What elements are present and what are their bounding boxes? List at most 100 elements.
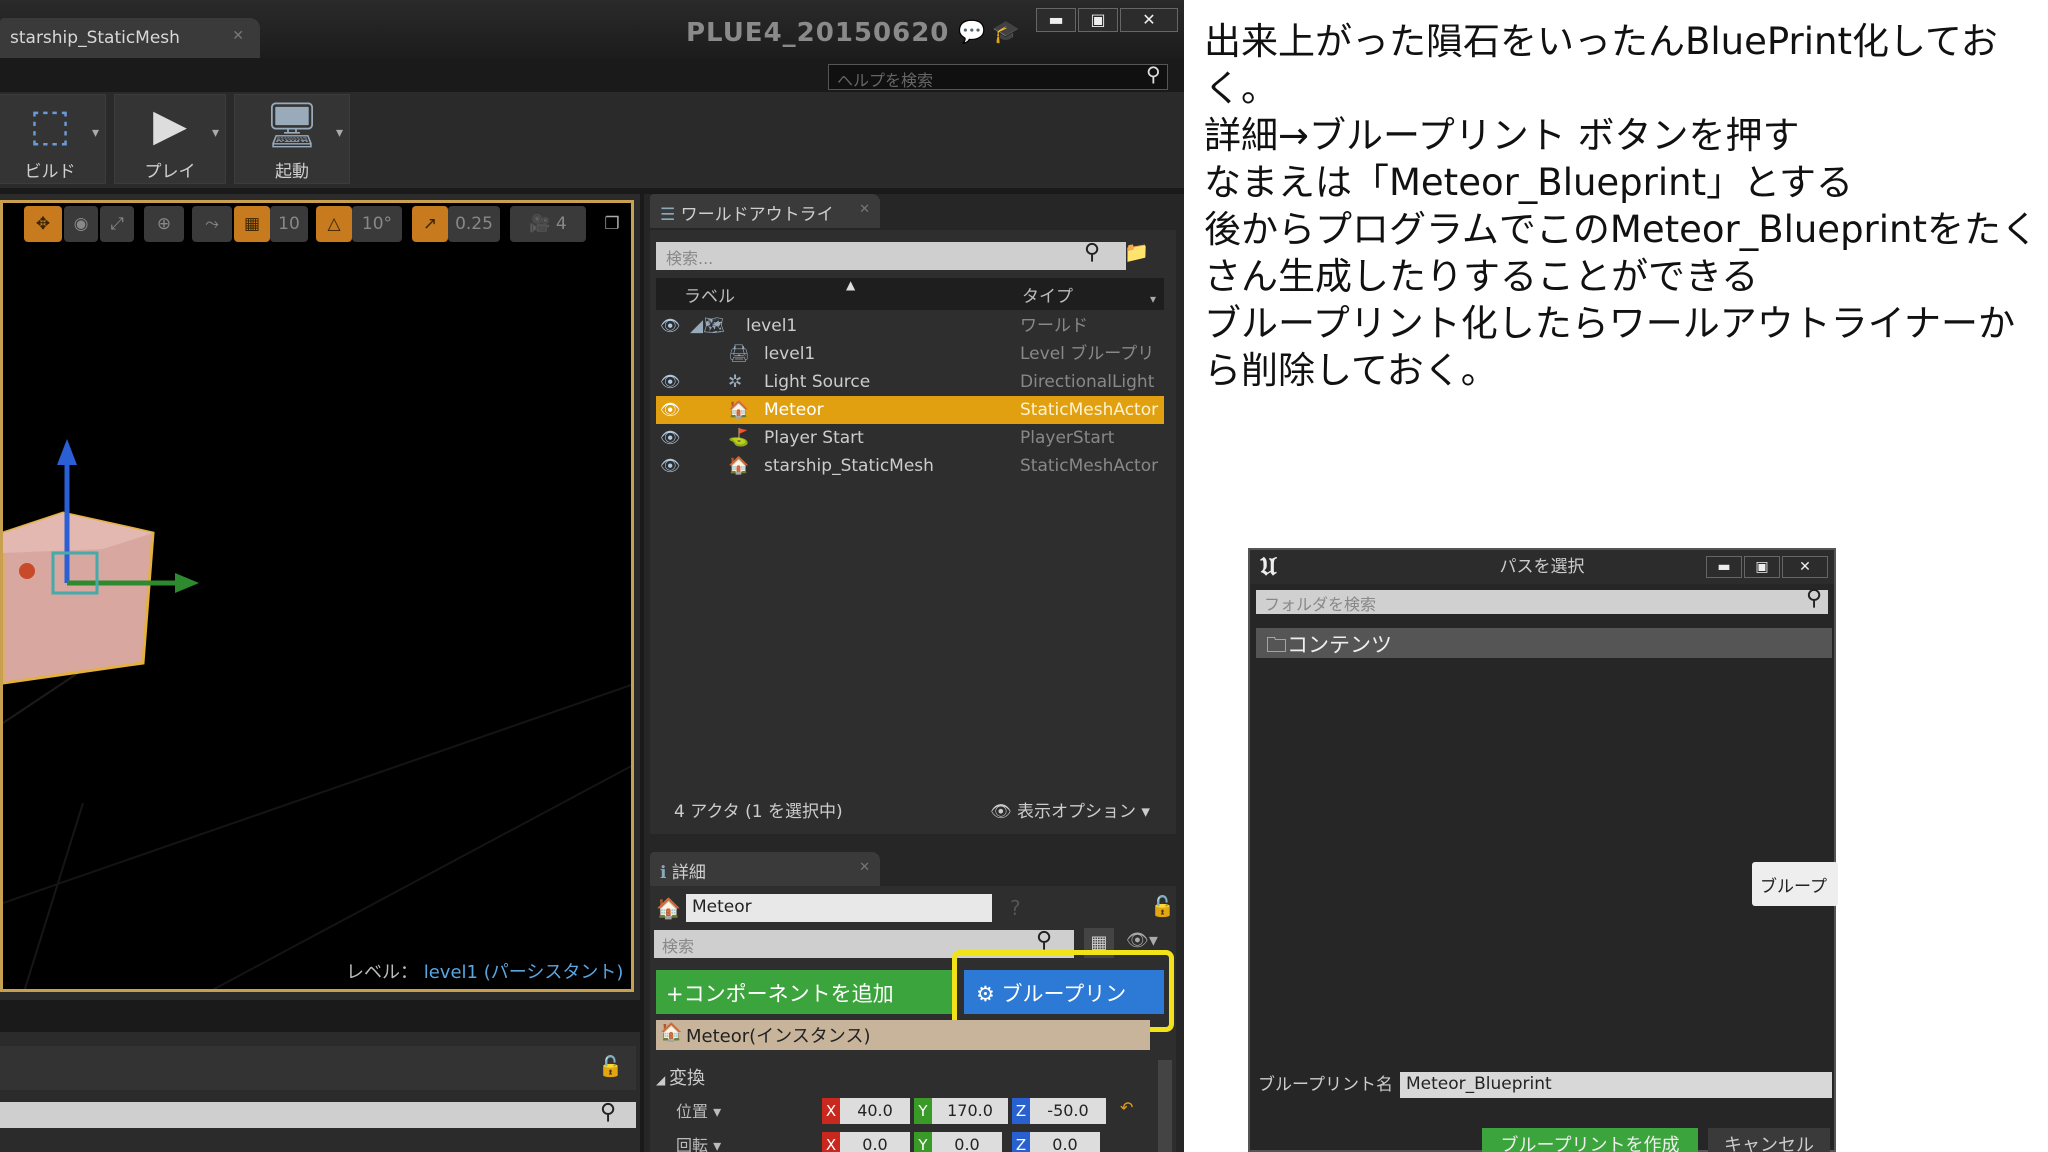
rotation-z-field[interactable]: 0.0 [1030,1132,1100,1152]
minimize-button[interactable]: ▬ [1706,556,1742,578]
y-axis-label: Y [914,1098,932,1124]
chevron-down-icon[interactable]: ▾ [92,125,99,141]
camera-speed-value: 4 [555,214,567,234]
chat-icon[interactable]: 💬 [958,20,985,45]
location-z-field[interactable]: -50.0 [1030,1098,1106,1124]
grid-snap-icon[interactable]: ▦ [234,206,270,242]
scale-snap-value[interactable]: 0.25 [448,206,500,242]
chevron-down-icon[interactable]: ▾ [212,125,219,141]
rotation-y-field[interactable]: 0.0 [932,1132,1002,1152]
static-mesh-actor-icon: 🏠 [728,456,750,476]
view-options-button[interactable]: 👁 表示オプション ▾ [990,794,1150,830]
build-button[interactable]: ⬚ ビルド ▾ [0,94,106,184]
viewport[interactable] [0,200,634,992]
chevron-down-icon[interactable]: ▾ [708,1136,721,1152]
graduation-cap-icon[interactable]: 🎓 [992,20,1019,45]
close-tab-icon[interactable]: ✕ [859,202,870,217]
dialog-title-bar: 𝔘 パスを選択 ▬ ▣ ✕ [1250,550,1834,584]
chevron-down-icon[interactable]: ▾ [1150,292,1156,306]
reset-icon[interactable]: ↶ [1120,1098,1133,1117]
visibility-eye-icon[interactable]: 👁 [660,424,680,452]
search-icon[interactable]: ⚲ [1084,240,1100,265]
rotation-row: 回転 ▾ [676,1132,721,1152]
help-icon[interactable]: ? [1010,896,1021,920]
location-x-field[interactable]: 40.0 [840,1098,910,1124]
column-label[interactable]: ラベル [684,282,735,307]
location-label[interactable]: 位置 [676,1102,708,1121]
world-space-icon[interactable]: ⊕ [144,206,184,242]
rotation-label[interactable]: 回転 [676,1136,708,1152]
rotation-x-field[interactable]: 0.0 [840,1132,910,1152]
search-icon[interactable]: ⚲ [1806,586,1822,611]
column-type[interactable]: タイプ [1022,282,1073,307]
scrollbar[interactable] [1158,1060,1172,1152]
add-component-button[interactable]: +コンポーネントを追加 [656,970,952,1014]
component-instance-row[interactable]: 🏠 Meteor(インスタンス) [656,1020,1150,1050]
rotation-snap-icon[interactable]: △ [316,206,352,242]
transform-section[interactable]: ◢ 変換 [656,1064,705,1090]
scale-mode-icon[interactable]: ⤢ [100,206,134,242]
close-button[interactable]: ✕ [1782,556,1828,578]
outliner-row[interactable]: 👁 ✲ Light Source DirectionalLight [656,368,1164,396]
help-search-input[interactable]: ヘルプを検索 [828,64,1168,90]
camera-speed[interactable]: 🎥 4 [510,206,586,242]
chevron-down-icon[interactable]: ▾ [708,1102,721,1121]
row-label: level1 [746,316,798,336]
close-tab-icon[interactable]: ✕ [232,28,244,44]
chevron-down-icon[interactable]: ▾ [336,125,343,141]
location-row: 位置 ▾ [676,1098,721,1122]
minimize-button[interactable]: ▬ [1036,8,1076,32]
outliner-search-input[interactable]: 検索... [656,242,1126,270]
visibility-eye-icon[interactable]: 👁 [660,312,680,340]
details-tab[interactable]: ℹ 詳細 ✕ [650,852,880,886]
maximize-button[interactable]: ▣ [1744,556,1780,578]
search-icon[interactable]: ⚲ [1146,62,1161,86]
outliner-row[interactable]: 👁 🏠 starship_StaticMesh StaticMeshActor [656,452,1164,480]
row-type: StaticMeshActor [1020,400,1159,420]
outliner-row[interactable]: 🖨 level1 Level ブループリ [656,340,1164,368]
row-label: level1 [764,344,816,364]
lock-icon[interactable]: 🔓 [598,1054,623,1078]
rotate-mode-icon[interactable]: ◉ [64,206,98,242]
scale-snap-icon[interactable]: ↗ [412,206,448,242]
close-button[interactable]: ✕ [1120,8,1178,32]
translate-mode-icon[interactable]: ✥ [24,206,62,242]
sort-ascending-icon[interactable]: ▲ [846,278,855,292]
folder-search-input[interactable]: フォルダを検索 [1256,590,1828,614]
player-start-icon: ⛳ [728,428,750,448]
play-button[interactable]: ▶ プレイ ▾ [114,94,226,184]
outliner-row-selected[interactable]: 👁 🏠 Meteor StaticMeshActor [656,396,1164,424]
outliner-footer: 4 アクタ (1 を選択中) 👁 表示オプション ▾ [656,794,1164,830]
actor-name-input[interactable]: Meteor [686,894,992,922]
row-label: Light Source [764,372,871,392]
lock-icon[interactable]: 🔓 [1150,894,1175,918]
launch-button[interactable]: 🖥 起動 ▾ [234,94,350,184]
add-folder-icon[interactable]: 📁 [1124,240,1149,264]
location-y-field[interactable]: 170.0 [932,1098,1008,1124]
blueprint-name-input[interactable]: Meteor_Blueprint [1400,1072,1832,1098]
create-blueprint-button[interactable]: ブループリントを作成 [1482,1128,1698,1152]
grid-snap-value[interactable]: 10 [270,206,308,242]
lower-left-search-input[interactable] [0,1102,636,1128]
close-tab-icon[interactable]: ✕ [859,860,870,875]
camera-icon: 🎥 [529,214,556,234]
maximize-viewport-icon[interactable]: ❐ [600,206,624,242]
visibility-eye-icon[interactable]: 👁 [660,368,680,396]
play-icon: ▶ [153,100,187,151]
outliner-row[interactable]: 👁 ⛳ Player Start PlayerStart [656,424,1164,452]
visibility-eye-icon[interactable]: 👁 [660,396,680,424]
search-icon[interactable]: ⚲ [600,1100,616,1125]
note-line: なまえは「Meteor_Blueprint」とする [1204,161,1854,204]
outliner-row[interactable]: 👁 ◢🗺 level1 ワールド [656,312,1164,340]
world-icon: ◢🗺 [690,316,725,336]
rotation-snap-value[interactable]: 10° [352,206,402,242]
content-folder-item[interactable]: 🗀コンテンツ [1256,628,1832,658]
visibility-eye-icon[interactable]: 👁 [660,452,680,480]
surface-snap-icon[interactable]: ⤳ [192,206,232,242]
level-name: level1 (パーシスタント) [423,962,624,983]
maximize-button[interactable]: ▣ [1078,8,1118,32]
world-outliner-tab[interactable]: ☰ ワールドアウトライ ✕ [650,194,880,228]
document-tab[interactable]: starship_StaticMesh ✕ [0,18,260,58]
cancel-button[interactable]: キャンセル [1708,1128,1830,1152]
eye-icon[interactable]: 👁▾ [1126,930,1158,951]
